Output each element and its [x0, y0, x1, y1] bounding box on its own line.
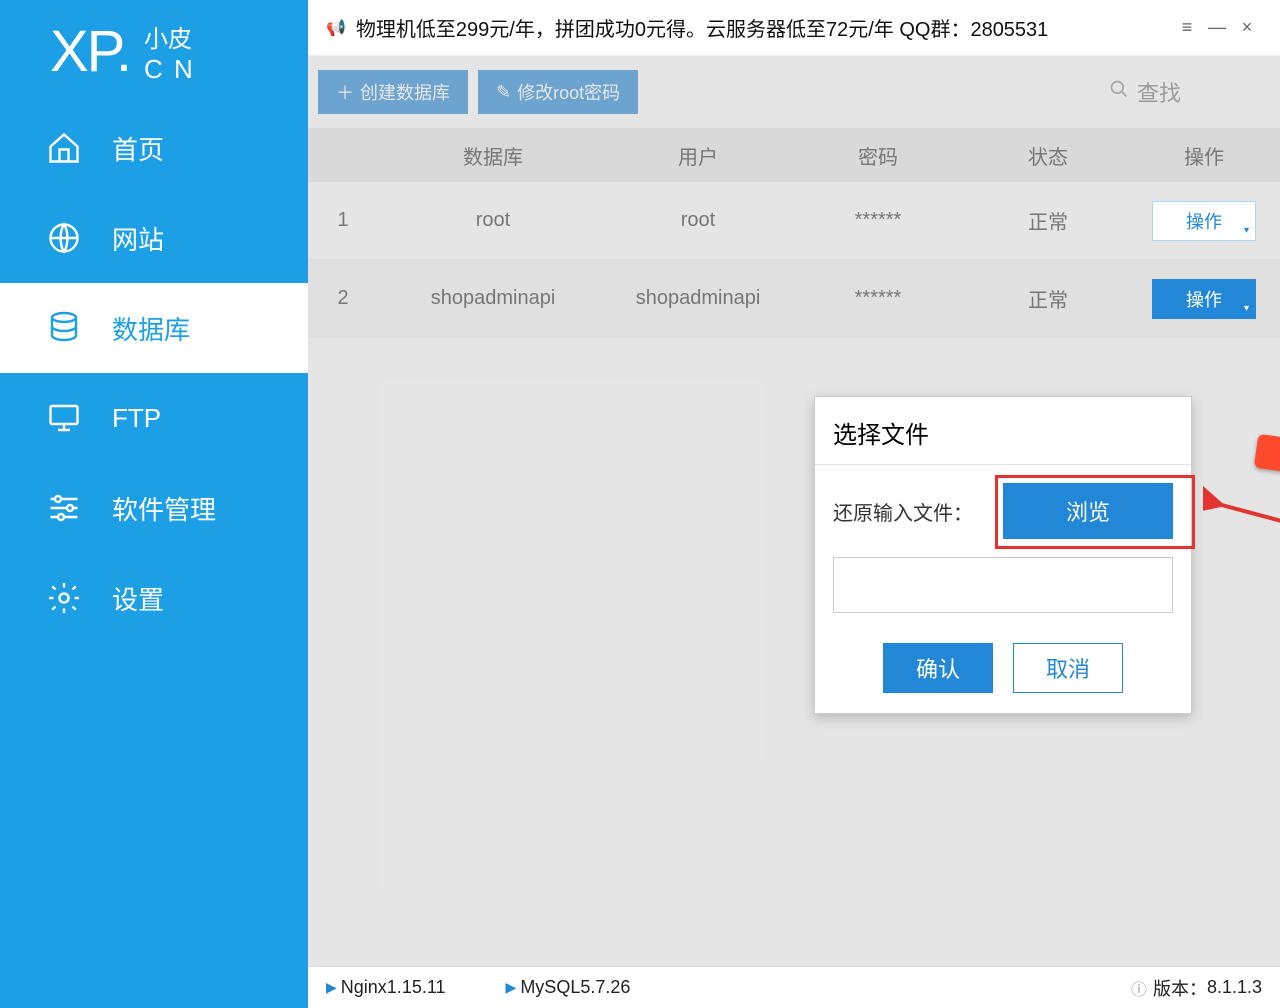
restore-file-input[interactable] [833, 557, 1173, 613]
sidebar-item-home[interactable]: 首页 [0, 103, 308, 193]
close-button[interactable]: × [1232, 17, 1262, 38]
globe-icon [46, 220, 82, 256]
statusbar: ▶ Nginx1.15.11 ▶ MySQL5.7.26 ⓘ 版本： 8.1.1… [308, 966, 1280, 1008]
logo: XP. 小皮 C N [0, 0, 308, 103]
logo-sub1: 小皮 [144, 19, 195, 54]
speaker-icon: 📢 [326, 18, 346, 38]
home-icon [46, 130, 82, 166]
main: 📢 物理机低至299元/年，拼团成功0元得。云服务器低至72元/年 QQ群：28… [308, 0, 1280, 1008]
play-icon: ▶ [326, 979, 337, 996]
sidebar-item-website[interactable]: 网站 [0, 193, 308, 283]
play-icon: ▶ [506, 979, 517, 996]
gear-icon [46, 580, 82, 616]
sliders-icon [46, 490, 82, 526]
modal-title: 选择文件 [815, 397, 1191, 465]
content-area: ＋ 创建数据库 ✎ 修改root密码 查找 数据库 用户 密码 [308, 56, 1280, 966]
logo-sub2: C N [144, 54, 195, 85]
browse-button[interactable]: 浏览 [1003, 483, 1173, 539]
sidebar-item-label: 网站 [112, 220, 164, 257]
caret-down-icon: ▾ [1244, 303, 1249, 314]
status-mysql[interactable]: ▶ MySQL5.7.26 [506, 977, 631, 998]
sidebar-item-ftp[interactable]: FTP [0, 373, 308, 463]
announcement-text: 物理机低至299元/年，拼团成功0元得。云服务器低至72元/年 QQ群：2805… [356, 13, 1048, 42]
menu-icon[interactable]: ≡ [1172, 17, 1202, 38]
ftp-icon [46, 400, 82, 436]
sidebar-item-label: 数据库 [112, 310, 190, 347]
select-file-modal: 选择文件 还原输入文件： 浏览 确认 取消 [814, 396, 1192, 714]
sidebar-item-settings[interactable]: 设置 [0, 553, 308, 643]
sidebar-item-label: FTP [112, 403, 161, 434]
logo-main: XP. [50, 18, 130, 85]
cancel-button[interactable]: 取消 [1013, 643, 1123, 693]
sidebar: XP. 小皮 C N 首页 网站 数据库 [0, 0, 308, 1008]
caret-down-icon: ▾ [1244, 225, 1249, 236]
restore-file-label: 还原输入文件： [833, 497, 973, 526]
edge-badge-icon [1254, 434, 1280, 472]
row-action-button[interactable]: 操作 ▾ [1152, 279, 1256, 319]
sidebar-item-software[interactable]: 软件管理 [0, 463, 308, 553]
row-action-button[interactable]: 操作 ▾ [1152, 201, 1256, 241]
confirm-button[interactable]: 确认 [883, 643, 993, 693]
sidebar-item-label: 设置 [112, 580, 164, 617]
minimize-button[interactable]: — [1202, 17, 1232, 38]
info-icon: ⓘ [1131, 976, 1147, 1000]
sidebar-item-label: 首页 [112, 130, 164, 167]
status-version: ⓘ 版本： 8.1.1.3 [1131, 975, 1262, 1001]
sidebar-item-database[interactable]: 数据库 [0, 283, 308, 373]
database-icon [46, 310, 82, 346]
sidebar-item-label: 软件管理 [112, 490, 216, 527]
titlebar: 📢 物理机低至299元/年，拼团成功0元得。云服务器低至72元/年 QQ群：28… [308, 0, 1280, 56]
status-nginx[interactable]: ▶ Nginx1.15.11 [326, 977, 446, 998]
